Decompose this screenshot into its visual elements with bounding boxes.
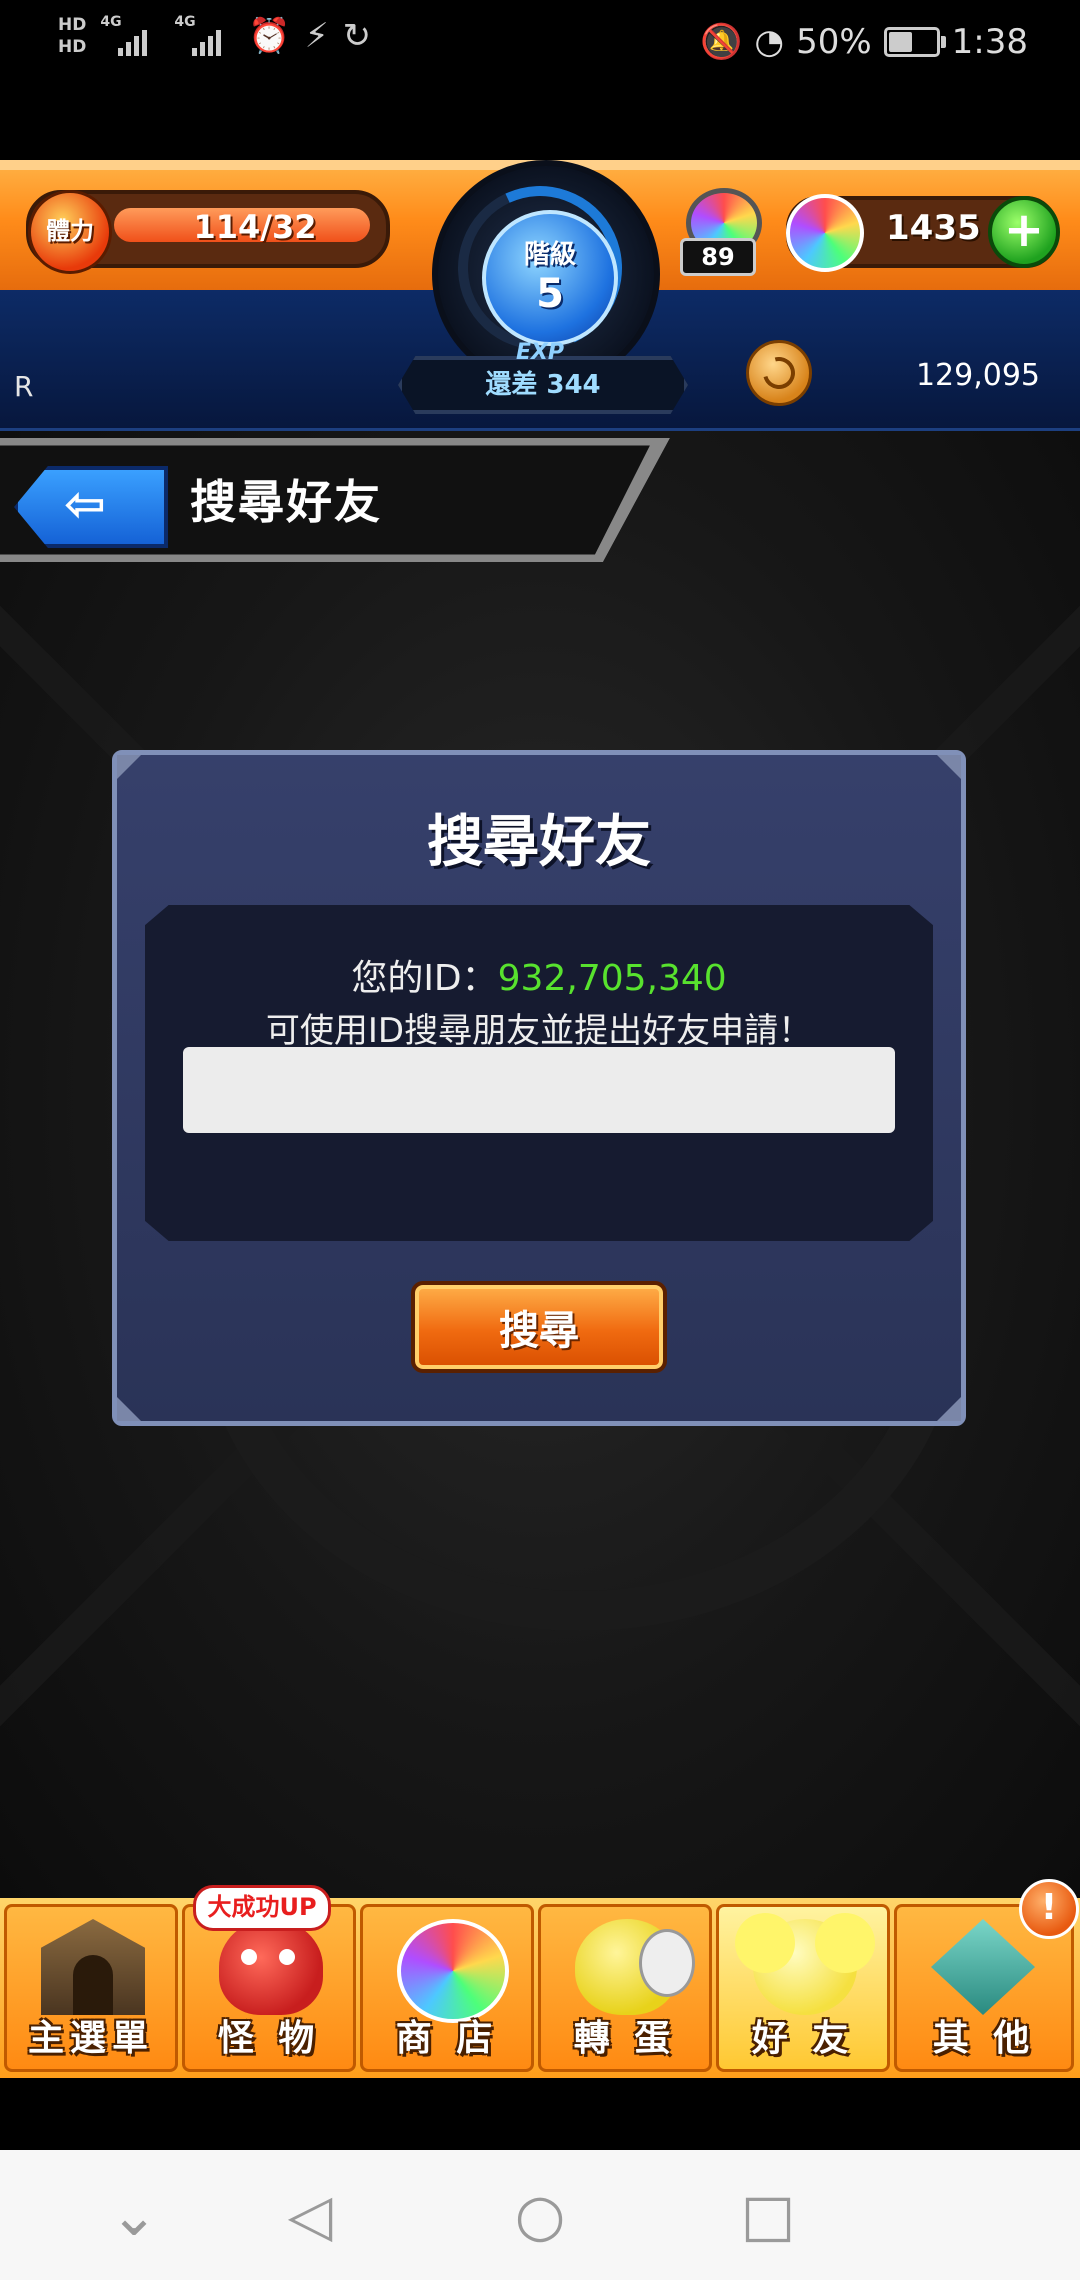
stamina-icon: 體力 — [28, 190, 112, 274]
nav-item-main-menu[interactable]: 主選單 — [4, 1904, 178, 2072]
your-id-line: 您的ID：932,705,340 — [145, 949, 933, 1001]
other-icon — [931, 1919, 1035, 2015]
gate-icon — [41, 1919, 145, 2015]
nav-label: 轉 蛋 — [573, 2018, 677, 2059]
nav-item-friends[interactable]: 好 友 — [716, 1904, 890, 2072]
friend-id-input[interactable] — [183, 1047, 895, 1133]
recent-apps-icon[interactable]: □ — [718, 2180, 818, 2250]
network-type-2: 4G — [174, 14, 196, 30]
add-orbs-button[interactable]: + — [988, 196, 1060, 268]
player-name: R — [14, 370, 34, 403]
back-icon[interactable]: ◁ — [260, 2180, 360, 2250]
hd-indicator: HD HD — [58, 14, 86, 58]
nav-label: 其 他 — [932, 2018, 1036, 2059]
exp-remaining: 還差 344 — [485, 370, 601, 400]
mute-icon: 🔕 — [700, 22, 743, 62]
potion-icon[interactable]: 89 — [676, 180, 762, 276]
clock: 1:38 — [951, 22, 1028, 62]
nav-item-monsters[interactable]: 大成功UP 怪 物 — [182, 1885, 356, 2072]
back-arrow-icon: ⇦ — [64, 475, 106, 533]
alert-badge-icon: ! — [1019, 1879, 1079, 1939]
dialog-inner-panel: 您的ID：932,705,340 可使用ID搜尋朋友並提出好友申請！ — [145, 905, 933, 1241]
id-prefix: 您的ID： — [351, 958, 498, 999]
flash-icon: ⚡ — [304, 16, 329, 56]
hd2-text: HD — [58, 37, 87, 57]
battery-icon — [883, 27, 946, 57]
gold-coin-icon — [746, 340, 812, 406]
stamina-value: 114/32 — [193, 208, 317, 246]
egg-icon — [575, 1919, 695, 2015]
exp-label: EXP — [515, 340, 565, 365]
your-id-value: 932,705,340 — [497, 958, 727, 999]
nav-label: 怪 物 — [217, 2018, 321, 2059]
monster-icon — [219, 1919, 323, 2015]
status-right: 🔕 ◔ 50% 1:38 — [700, 22, 1028, 62]
alarm-icon: ⏰ — [248, 16, 291, 56]
gold-value: 129,095 — [915, 358, 1040, 393]
nav-label: 主選單 — [27, 2018, 154, 2059]
rank-core: 階級 5 — [482, 210, 618, 346]
rank-label: 階級 — [523, 240, 576, 270]
friends-icon — [735, 1913, 875, 2015]
status-left: HD HD 4G 4G ⏰ ⚡ ↻ — [58, 14, 371, 58]
search-button[interactable]: 搜尋 — [411, 1281, 667, 1373]
nav-item-gacha[interactable]: 轉 蛋 — [538, 1904, 712, 2072]
dialog-title: 搜尋好友 — [427, 810, 651, 875]
search-hint: 可使用ID搜尋朋友並提出好友申請！ — [265, 1011, 813, 1051]
stamina-gauge[interactable]: 體力 114/32 — [26, 190, 390, 274]
nav-label: 好 友 — [751, 2018, 855, 2059]
nav-item-other[interactable]: ! 其 他 — [894, 1879, 1079, 2072]
rank-value: 5 — [536, 271, 564, 317]
network-type-1: 4G — [100, 14, 122, 30]
great-success-badge: 大成功UP — [193, 1885, 331, 1931]
home-icon[interactable]: ○ — [490, 2180, 590, 2250]
page-title: 搜尋好友 — [190, 475, 382, 529]
sync-icon: ↻ — [342, 16, 372, 56]
signal-icon: 4G — [100, 14, 160, 58]
orb-counter[interactable]: 1435 + — [786, 194, 1060, 272]
status-bar: HD HD 4G 4G ⏰ ⚡ ↻ 🔕 ◔ 50% 1:38 — [0, 0, 1080, 92]
nav-label: 商 店 — [395, 2018, 499, 2059]
nav-spacer — [0, 2078, 1080, 2150]
orb-icon — [786, 194, 864, 272]
hide-keyboard-icon[interactable]: ⌄ — [84, 2180, 184, 2250]
potion-count: 89 — [680, 238, 756, 276]
battery-percent: 50% — [796, 22, 872, 62]
orb-icon — [397, 1919, 509, 2023]
system-nav-bar: ⌄ ◁ ○ □ — [0, 2150, 1080, 2280]
bottom-nav: 主選單 大成功UP 怪 物 商 店 轉 蛋 好 友 ! 其 他 — [0, 1879, 1080, 2078]
orb-count: 1435 — [886, 208, 981, 248]
speed-icon: ◔ — [754, 22, 785, 62]
signal-icon: 4G — [174, 14, 234, 58]
search-friend-dialog: 搜尋好友 您的ID：932,705,340 可使用ID搜尋朋友並提出好友申請！ … — [112, 750, 966, 1426]
hd1-text: HD — [58, 15, 87, 35]
nav-item-shop[interactable]: 商 店 — [360, 1904, 534, 2072]
